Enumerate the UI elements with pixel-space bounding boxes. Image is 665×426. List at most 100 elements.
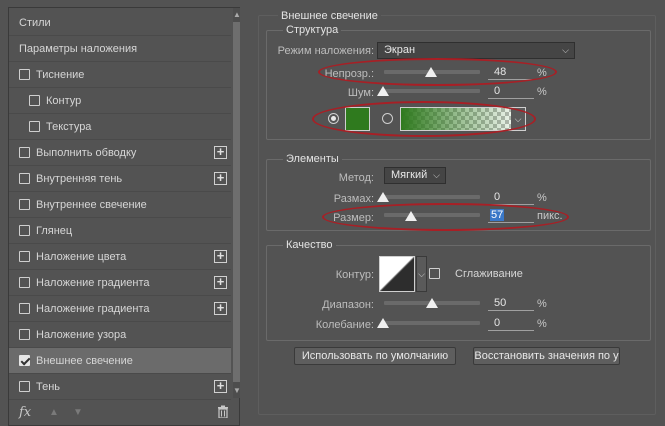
method-dropdown[interactable]: Мягкий ⌵: [384, 167, 446, 184]
style-item-label: Наложение узора: [36, 328, 127, 341]
contour-dropdown-icon[interactable]: ⌵: [416, 256, 427, 292]
style-item-label: Глянец: [36, 224, 73, 237]
style-item[interactable]: Выполнить обводку +: [9, 140, 231, 166]
style-item[interactable]: Наложение узора: [9, 322, 231, 348]
scroll-thumb[interactable]: [233, 22, 240, 382]
style-item-label: Тень: [36, 380, 61, 393]
style-checkbox[interactable]: [19, 225, 30, 236]
style-item-label: Контур: [46, 94, 82, 107]
spread-unit: %: [537, 192, 547, 204]
antialias-label: Сглаживание: [455, 268, 523, 280]
style-item[interactable]: Внешнее свечение: [9, 348, 231, 374]
style-item[interactable]: Тень +: [9, 374, 231, 400]
spread-input[interactable]: 0: [488, 191, 534, 205]
style-checkbox[interactable]: [19, 355, 30, 366]
quality-title: Качество: [283, 239, 336, 251]
antialias-checkbox[interactable]: [429, 268, 440, 279]
style-checkbox[interactable]: [19, 381, 30, 392]
annotation-oval-opacity: [318, 58, 557, 86]
style-item[interactable]: Наложение градиента +: [9, 270, 231, 296]
reset-to-default-button[interactable]: Восстановить значения по у: [473, 347, 620, 365]
annotation-oval-size: [322, 203, 569, 231]
add-effect-plus-icon[interactable]: +: [214, 145, 227, 159]
add-effect-plus-icon[interactable]: +: [214, 301, 227, 315]
style-item-label: Внутренняя тень: [36, 172, 123, 185]
range-input[interactable]: 50: [488, 297, 534, 311]
structure-title: Структура: [283, 24, 342, 36]
jitter-input[interactable]: 0: [488, 317, 534, 331]
style-checkbox[interactable]: [19, 329, 30, 340]
method-label: Метод:: [338, 172, 374, 184]
jitter-slider-track[interactable]: [384, 321, 480, 325]
style-item[interactable]: Параметры наложения: [9, 36, 231, 62]
styles-bottom-bar: fx ▲ ▼: [9, 401, 239, 425]
spread-slider-knob[interactable]: [377, 192, 389, 202]
contour-label: Контур:: [335, 269, 374, 281]
style-item-label: Наложение градиента: [36, 276, 150, 289]
style-checkbox[interactable]: [19, 303, 30, 314]
add-effect-plus-icon[interactable]: +: [214, 379, 227, 393]
style-checkbox[interactable]: [19, 173, 30, 184]
blend-mode-label: Режим наложения:: [277, 45, 374, 57]
annotation-oval-color: [312, 101, 536, 137]
styles-panel: Стили Параметры наложения Тиснение Контур Те…: [8, 7, 241, 426]
styles-scrollbar[interactable]: ▲ ▼: [233, 8, 241, 398]
style-item[interactable]: Внутреннее свечение: [9, 192, 231, 218]
noise-label: Шум:: [347, 87, 374, 99]
style-checkbox[interactable]: [19, 147, 30, 158]
add-effect-plus-icon[interactable]: +: [214, 275, 227, 289]
elements-title: Элементы: [283, 153, 342, 165]
range-label: Диапазон:: [322, 299, 374, 311]
add-effect-plus-icon[interactable]: +: [214, 249, 227, 263]
style-checkbox[interactable]: [29, 121, 40, 132]
style-item-label: Параметры наложения: [19, 42, 138, 55]
style-checkbox[interactable]: [19, 251, 30, 262]
jitter-unit: %: [537, 318, 547, 330]
style-item-label: Текстура: [46, 120, 92, 133]
noise-slider-track[interactable]: [384, 89, 480, 93]
trash-icon[interactable]: [217, 405, 229, 421]
style-item-label: Наложение цвета: [36, 250, 127, 263]
style-item-label: Внешнее свечение: [36, 354, 133, 367]
make-default-button[interactable]: Использовать по умолчанию: [294, 347, 456, 365]
style-item-label: Выполнить обводку: [36, 146, 137, 159]
style-item-label: Тиснение: [36, 68, 85, 81]
style-item-label: Наложение градиента: [36, 302, 150, 315]
spread-slider-track[interactable]: [384, 195, 480, 199]
scroll-up-arrow-icon[interactable]: ▲: [233, 10, 241, 19]
noise-slider-knob[interactable]: [377, 86, 389, 96]
style-item[interactable]: Наложение градиента +: [9, 296, 231, 322]
method-value: Мягкий: [391, 169, 428, 181]
jitter-label: Колебание:: [315, 319, 374, 331]
range-unit: %: [537, 298, 547, 310]
style-checkbox[interactable]: [19, 277, 30, 288]
style-checkbox[interactable]: [29, 95, 40, 106]
blend-mode-dropdown[interactable]: Экран ⌵: [377, 42, 575, 59]
style-item[interactable]: Контур: [9, 88, 231, 114]
style-item-label: Стили: [19, 16, 51, 29]
spread-label: Размах:: [333, 193, 374, 205]
move-down-icon[interactable]: ▼: [73, 407, 83, 418]
style-checkbox[interactable]: [19, 69, 30, 80]
chevron-down-icon: ⌵: [562, 45, 569, 55]
style-item[interactable]: Глянец: [9, 218, 231, 244]
style-item[interactable]: Наложение цвета +: [9, 244, 231, 270]
noise-input[interactable]: 0: [488, 85, 534, 99]
style-item-label: Внутреннее свечение: [36, 198, 147, 211]
style-item[interactable]: Тиснение: [9, 62, 231, 88]
range-slider-knob[interactable]: [426, 298, 438, 308]
move-up-icon[interactable]: ▲: [49, 407, 59, 418]
style-item[interactable]: Стили: [9, 10, 231, 36]
style-item[interactable]: Внутренняя тень +: [9, 166, 231, 192]
fx-icon[interactable]: fx: [19, 405, 31, 420]
add-effect-plus-icon[interactable]: +: [214, 171, 227, 185]
jitter-slider-knob[interactable]: [377, 318, 389, 328]
style-checkbox[interactable]: [19, 199, 30, 210]
scroll-down-arrow-icon[interactable]: ▼: [233, 386, 241, 395]
contour-preview[interactable]: [379, 256, 415, 292]
outer-glow-title: Внешнее свечение: [278, 10, 381, 22]
outer-glow-settings: Внешнее свечение Структура Режим наложен…: [256, 0, 665, 426]
style-item[interactable]: Текстура: [9, 114, 231, 140]
chevron-down-icon: ⌵: [433, 170, 440, 180]
noise-unit: %: [537, 86, 547, 98]
